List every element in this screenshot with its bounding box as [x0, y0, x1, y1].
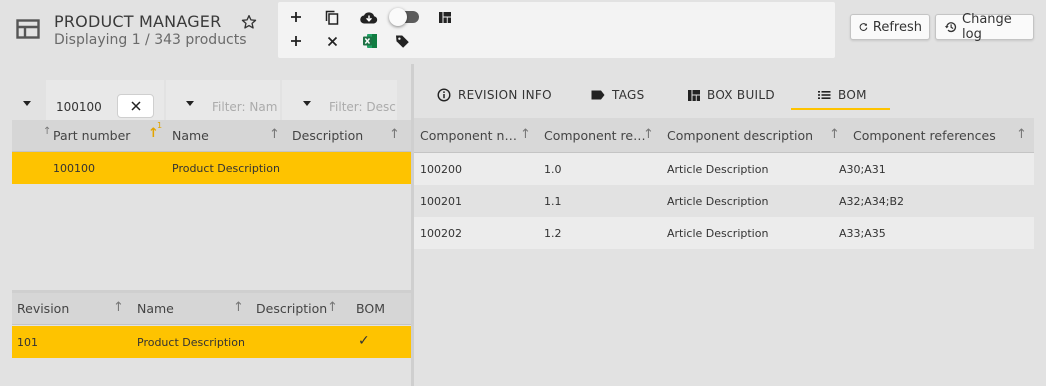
column-menu-caret[interactable] [23, 101, 31, 106]
sort-arrow-icon[interactable]: ↑ [269, 127, 280, 142]
change-log-label: Change log [962, 12, 1012, 42]
col-bom[interactable]: BOM [356, 293, 385, 324]
component-number-cell: 100200 [420, 163, 462, 176]
component-description-cell: Article Description [667, 227, 769, 240]
table-row[interactable]: 100200 1.0 Article Description A30;A31 [414, 153, 1034, 185]
refresh-label: Refresh [872, 19, 922, 35]
component-number-cell: 100201 [420, 195, 462, 208]
col-component-number[interactable]: Component n… [420, 118, 517, 152]
tab-label: BOM [838, 88, 867, 102]
col-component-description[interactable]: Component description [667, 118, 813, 152]
excel-icon [363, 34, 377, 48]
export-excel-button[interactable] [359, 30, 381, 52]
component-references-cell: A32;A34;B2 [839, 195, 905, 208]
history-icon [944, 22, 957, 33]
component-number-cell: 100202 [420, 227, 462, 240]
table-row[interactable]: 100202 1.2 Article Description A33;A35 [414, 217, 1034, 249]
star-outline-icon[interactable] [241, 14, 257, 30]
sort-arrow-icon[interactable]: ↑ [520, 127, 531, 142]
page-title: PRODUCT MANAGER [54, 12, 222, 31]
sort-order-badge: 1 [157, 121, 163, 130]
cloud-download-icon [360, 11, 378, 24]
col-name[interactable]: Name [172, 120, 209, 151]
col-description[interactable]: Description [256, 293, 327, 324]
sort-arrow-icon[interactable]: ↑ [643, 127, 654, 142]
tag-icon [395, 35, 409, 48]
label-icon [591, 90, 605, 100]
component-revision-cell: 1.2 [544, 227, 562, 240]
col-name[interactable]: Name [137, 293, 174, 324]
refresh-button[interactable]: Refresh [850, 14, 930, 40]
active-tab-indicator [791, 108, 890, 110]
cloud-download-button[interactable] [358, 6, 380, 28]
view-quilt-button[interactable] [434, 6, 456, 28]
name-cell: Product Description [137, 336, 245, 349]
toolbar [278, 2, 835, 58]
part-number-cell: 100100 [53, 162, 95, 175]
table-row[interactable]: 100201 1.1 Article Description A32;A34;B… [414, 185, 1034, 217]
view-quilt-icon [439, 11, 451, 23]
tab-label: REVISION INFO [458, 88, 552, 102]
change-log-button[interactable]: Change log [935, 12, 1034, 42]
delete-button[interactable] [321, 30, 343, 52]
component-references-cell: A30;A31 [839, 163, 886, 176]
tab-label: BOX BUILD [707, 88, 775, 102]
name-cell: Product Description [172, 162, 280, 175]
description-filter-caret[interactable] [303, 101, 311, 106]
table-layout-icon [16, 19, 40, 39]
tag-button[interactable] [391, 30, 413, 52]
sort-arrow-icon[interactable]: ↑ [1016, 127, 1027, 142]
revisions-grid-header: Revision ↑ Name ↑ Description ↑ BOM [12, 293, 411, 325]
clear-filter-button[interactable] [117, 94, 154, 118]
refresh-icon [859, 23, 868, 31]
info-icon [437, 88, 451, 102]
add-icon [291, 12, 301, 22]
products-grid-header: ↑ Part number ↑ 1 Name ↑ Description ↑ [12, 120, 411, 152]
tab-box-build[interactable]: BOX BUILD [688, 80, 775, 110]
table-row[interactable]: 100100 Product Description [12, 152, 411, 184]
add-revision-button[interactable] [285, 30, 307, 52]
component-description-cell: Article Description [667, 163, 769, 176]
view-toggle[interactable] [389, 8, 419, 26]
part-number-filter-input[interactable]: 100100 [56, 100, 102, 114]
revision-cell: 101 [17, 336, 38, 349]
col-revision[interactable]: Revision [17, 293, 69, 324]
sort-arrow-icon[interactable]: ↑ [829, 127, 840, 142]
copy-icon [325, 10, 339, 25]
sort-arrow-icon[interactable]: ↑ [327, 300, 338, 315]
toggle-knob [389, 8, 407, 26]
bom-grid-header: Component n… ↑ Component re… ↑ Component… [414, 118, 1034, 153]
bom-checkmark-icon: ✓ [358, 333, 370, 349]
tab-revision-info[interactable]: REVISION INFO [437, 80, 552, 110]
add-icon [291, 36, 301, 46]
add-product-button[interactable] [285, 6, 307, 28]
col-part-number[interactable]: Part number [53, 120, 130, 151]
product-count-text: Displaying 1 / 343 products [54, 32, 247, 48]
component-description-cell: Article Description [667, 195, 769, 208]
component-revision-cell: 1.1 [544, 195, 562, 208]
component-references-cell: A33;A35 [839, 227, 886, 240]
description-filter-input[interactable]: Filter: Desc [329, 100, 396, 114]
col-component-revision[interactable]: Component re… [544, 118, 646, 152]
sort-arrow-icon[interactable]: ↑ [389, 127, 400, 142]
tab-bom[interactable]: BOM [818, 80, 867, 110]
col-description[interactable]: Description [292, 120, 363, 151]
close-icon [130, 101, 141, 111]
tab-tags[interactable]: TAGS [591, 80, 645, 110]
copy-button[interactable] [321, 6, 343, 28]
partial-arrow-icon: ↑ [43, 126, 52, 137]
sort-arrow-icon[interactable]: ↑ [233, 300, 244, 315]
col-component-references[interactable]: Component references [853, 118, 996, 152]
tab-label: TAGS [612, 88, 645, 102]
sort-arrow-icon[interactable]: ↑ [113, 300, 124, 315]
name-filter-caret[interactable] [186, 101, 194, 106]
table-row[interactable]: 101 Product Description ✓ [12, 326, 411, 358]
name-filter-input[interactable]: Filter: Nam [212, 100, 277, 114]
close-icon [327, 36, 337, 46]
component-revision-cell: 1.0 [544, 163, 562, 176]
view-quilt-icon [688, 89, 700, 101]
list-icon [818, 91, 831, 99]
